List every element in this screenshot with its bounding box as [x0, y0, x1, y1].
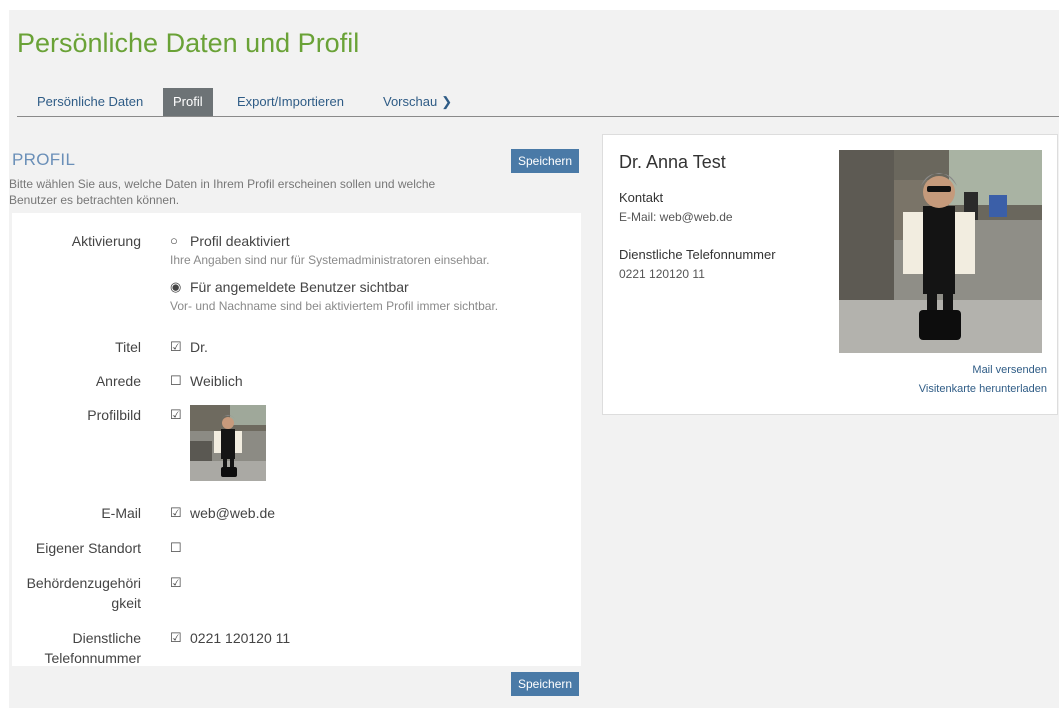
- field-value-anrede: Weiblich: [190, 373, 243, 389]
- field-label-email: E-Mail: [101, 505, 141, 521]
- profile-preview-card: Dr. Anna Test Kontakt E-Mail: web@web.de…: [602, 134, 1058, 415]
- field-label-behoerde: Behördenzugehörigkeit: [26, 575, 141, 611]
- checkbox-email[interactable]: ☑: [170, 503, 182, 523]
- radio-profil-deaktiviert[interactable]: ○: [170, 231, 178, 251]
- tab-persoenliche-daten[interactable]: Persönliche Daten: [27, 88, 153, 116]
- field-label-telefon: Dienstliche Telefonnummer: [44, 630, 142, 666]
- activation-label: Aktivierung: [71, 233, 141, 249]
- chevron-right-icon: ❯: [441, 94, 453, 109]
- tab-vorschau-label: Vorschau: [383, 94, 438, 109]
- card-contact-heading: Kontakt: [619, 190, 664, 205]
- tab-vorschau[interactable]: Vorschau ❯: [373, 88, 462, 116]
- save-button-bottom[interactable]: Speichern: [511, 672, 580, 696]
- radio-hint-deaktiviert: Ihre Angaben sind nur für Systemadminist…: [170, 253, 490, 267]
- profil-description: Bitte wählen Sie aus, welche Daten in Ih…: [9, 177, 436, 207]
- card-email: E-Mail: web@web.de: [619, 210, 733, 224]
- checkbox-behoerde[interactable]: ☑: [170, 573, 182, 593]
- card-profile-photo: [839, 150, 1042, 353]
- page-title: Persönliche Daten und Profil: [17, 28, 360, 58]
- checkbox-anrede[interactable]: ☐: [170, 371, 182, 391]
- tab-profil[interactable]: Profil: [163, 88, 213, 116]
- radio-angemeldete-benutzer[interactable]: ◉: [170, 277, 181, 297]
- card-name: Dr. Anna Test: [619, 152, 726, 172]
- visitenkarte-link[interactable]: Visitenkarte herunterladen: [919, 383, 1047, 395]
- radio-label-deaktiviert: Profil deaktiviert: [190, 233, 290, 249]
- field-label-titel: Titel: [115, 339, 141, 355]
- profile-photo-thumb: [190, 405, 266, 481]
- checkbox-standort[interactable]: ☐: [170, 538, 182, 558]
- checkbox-profilbild[interactable]: ☑: [170, 405, 182, 425]
- field-label-anrede: Anrede: [95, 373, 141, 389]
- field-value-titel: Dr.: [190, 339, 208, 355]
- page-content: Persönliche Daten und Profil Persönliche…: [9, 10, 1059, 708]
- mail-versenden-link[interactable]: Mail versenden: [972, 364, 1047, 376]
- field-label-standort: Eigener Standort: [35, 540, 141, 556]
- field-label-profilbild: Profilbild: [87, 407, 141, 423]
- radio-hint-angemeldete: Vor- und Nachname sind bei aktiviertem P…: [170, 299, 499, 313]
- field-value-telefon: 0221 120120 11: [190, 630, 291, 646]
- profile-photo-large: [839, 150, 1042, 353]
- card-phone-heading: Dienstliche Telefonnummer: [619, 247, 776, 262]
- profile-image-thumbnail: [190, 405, 266, 481]
- radio-label-angemeldete: Für angemeldete Benutzer sichtbar: [190, 279, 409, 295]
- checkbox-telefon[interactable]: ☑: [170, 628, 182, 648]
- checkbox-titel[interactable]: ☑: [170, 337, 182, 357]
- profil-heading: PROFIL: [12, 150, 76, 169]
- profil-form: Aktivierung ○ Profil deaktiviert Ihre An…: [12, 213, 581, 666]
- tab-bar: Persönliche Daten Profil Export/Importie…: [17, 88, 1059, 117]
- card-phone: 0221 120120 11: [619, 267, 705, 281]
- save-button-top[interactable]: Speichern: [511, 149, 580, 173]
- tab-export-importieren[interactable]: Export/Importieren: [227, 88, 354, 116]
- field-value-email: web@web.de: [190, 505, 276, 521]
